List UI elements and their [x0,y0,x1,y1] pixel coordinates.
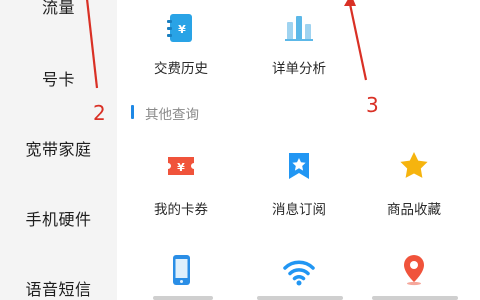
sidebar-item-broadband-home[interactable]: 宽带家庭 [0,136,117,160]
bookmark-star-icon [289,153,309,179]
wifi-icon [283,260,315,286]
grid-item-label: 交费历史 [154,61,208,77]
section-title: 其他查询 [145,107,199,123]
main-panel: ¥ 交费历史 详单分析 其他查询 ¥ 我的卡券 消息订阅 商品收藏 [117,0,480,300]
section-accent-bar [131,105,134,119]
annotation-number-2: 2 [93,101,106,125]
svg-text:¥: ¥ [178,23,186,36]
cut-off-label [153,296,213,300]
bar-chart-icon [285,16,313,41]
sidebar-item-phone-hardware[interactable]: 手机硬件 [0,206,117,230]
category-sidebar: 流量 号卡 宽带家庭 手机硬件 语音短信 [0,0,117,300]
sidebar-item-sim-card[interactable]: 号卡 [0,66,117,90]
grid-item-label: 我的卡券 [154,202,208,218]
annotation-number-3: 3 [366,93,379,117]
phone-icon [173,255,190,285]
grid-item-label: 商品收藏 [387,202,441,218]
grid-item-label: 详单分析 [272,61,326,77]
cut-off-label [257,296,343,300]
svg-text:¥: ¥ [177,161,185,174]
sidebar-item-traffic[interactable]: 流量 [0,0,117,18]
star-icon [400,152,428,178]
cut-off-label [372,296,458,300]
coupon-icon: ¥ [168,157,194,175]
bill-history-icon: ¥ [167,14,192,42]
app-screen: 流量 号卡 宽带家庭 手机硬件 语音短信 ¥ 交费历史 详单分析 其他查询 ¥ … [0,0,480,300]
location-pin-icon [404,255,424,286]
sidebar-item-voice-sms[interactable]: 语音短信 [0,276,117,300]
grid-item-label: 消息订阅 [272,202,326,218]
